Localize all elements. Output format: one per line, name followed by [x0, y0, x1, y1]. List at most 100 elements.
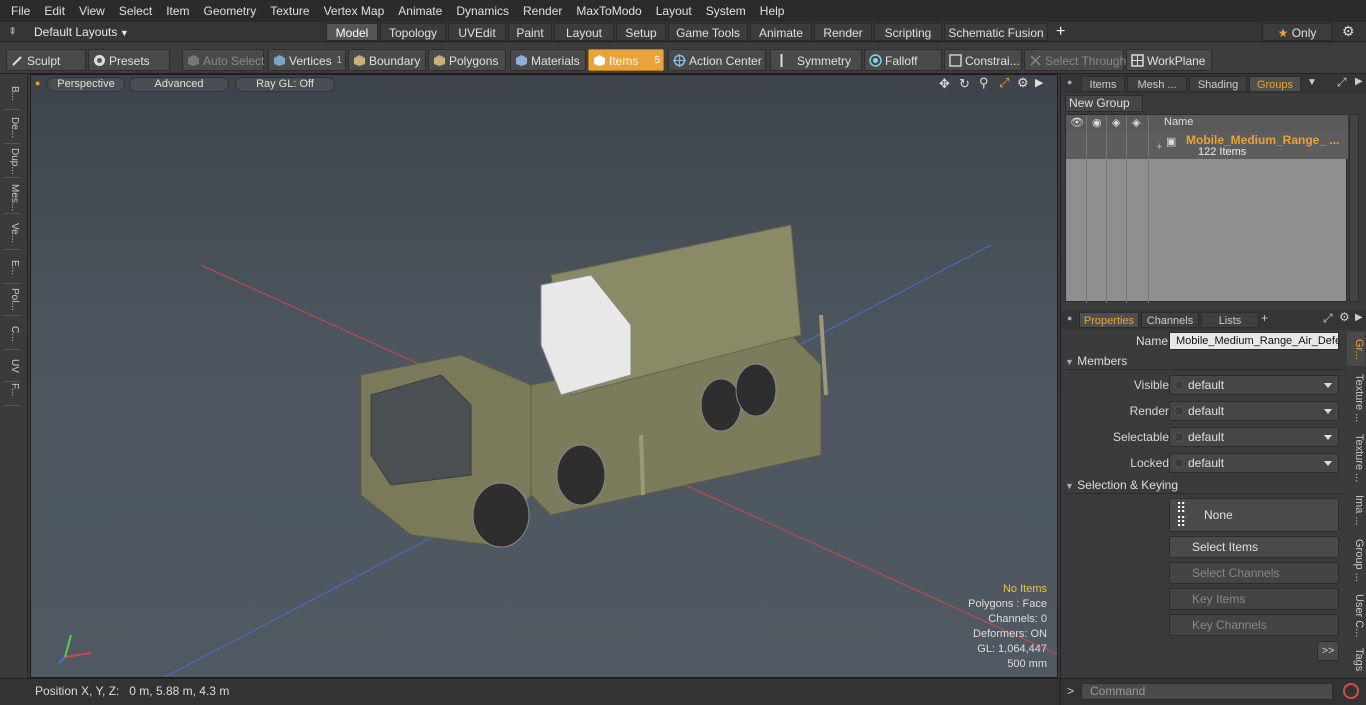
expand-icon[interactable]: +	[1156, 141, 1162, 153]
tab-channels[interactable]: Channels	[1141, 312, 1199, 328]
side-tab-tags[interactable]: Tags	[1347, 646, 1365, 674]
side-tab-group[interactable]: Gr...	[1347, 332, 1365, 366]
materials-button[interactable]: Materials	[510, 49, 586, 71]
key-items-button[interactable]: Key Items	[1169, 588, 1339, 610]
menu-edit[interactable]: Edit	[37, 0, 72, 22]
sculpt-button[interactable]: Sculpt	[6, 49, 86, 71]
workplane-button[interactable]: WorkPlane	[1126, 49, 1212, 71]
menu-system[interactable]: System	[699, 0, 753, 22]
tab-groups[interactable]: Groups	[1249, 76, 1301, 92]
tab-items[interactable]: Items	[1081, 76, 1125, 92]
select-through-button[interactable]: Select Through	[1024, 49, 1126, 71]
presets-button[interactable]: Presets	[88, 49, 170, 71]
locked-dropdown[interactable]: default	[1169, 453, 1339, 473]
record-icon[interactable]	[1343, 683, 1359, 699]
tab-game-tools[interactable]: Game Tools	[668, 23, 748, 41]
maximize-icon[interactable]: ⤢	[1337, 75, 1347, 90]
lock-icon[interactable]: ◈	[1112, 116, 1120, 129]
collapse-icon[interactable]: ⇞	[8, 25, 17, 38]
auto-select-button[interactable]: Auto Select	[182, 49, 264, 71]
tab-model[interactable]: Model	[326, 23, 378, 41]
properties-menu-icon[interactable]: ●	[1067, 313, 1072, 323]
side-tab-user-channels[interactable]: User C...	[1347, 590, 1365, 642]
add-tab-icon[interactable]: +	[1056, 22, 1065, 42]
new-group-button[interactable]: New Group	[1065, 95, 1143, 112]
left-tab-curve[interactable]: C...	[4, 318, 20, 350]
members-section[interactable]: ▼ Members	[1065, 354, 1347, 370]
render-dropdown[interactable]: default	[1169, 401, 1339, 421]
menu-view[interactable]: View	[72, 0, 112, 22]
menu-dynamics[interactable]: Dynamics	[449, 0, 516, 22]
gear-icon[interactable]: ⚙	[1342, 23, 1355, 40]
menu-animate[interactable]: Animate	[391, 0, 449, 22]
symmetry-button[interactable]: Symmetry	[770, 49, 862, 71]
more-button[interactable]: >>	[1317, 641, 1339, 661]
tab-setup[interactable]: Setup	[616, 23, 666, 41]
selection-keying-section[interactable]: ▼ Selection & Keying	[1065, 478, 1347, 494]
menu-select[interactable]: Select	[112, 0, 159, 22]
visible-dropdown[interactable]: default	[1169, 375, 1339, 395]
menu-texture[interactable]: Texture	[263, 0, 316, 22]
menu-maxtomodo[interactable]: MaxToModo	[569, 0, 648, 22]
panel-menu-icon[interactable]: ●	[1067, 77, 1072, 87]
tab-schematic-fusion[interactable]: Schematic Fusion	[944, 23, 1048, 41]
properties-maximize-icon[interactable]: ⤢	[1323, 311, 1333, 326]
polygons-button[interactable]: Polygons	[428, 49, 506, 71]
select-items-button[interactable]: Select Items	[1169, 536, 1339, 558]
tab-render[interactable]: Render	[814, 23, 872, 41]
panel-expand-icon[interactable]: ▶	[1355, 76, 1363, 87]
side-tab-group-2[interactable]: Group ...	[1347, 534, 1365, 586]
key-channels-button[interactable]: Key Channels	[1169, 614, 1339, 636]
left-tab-duplicate[interactable]: Dup...	[4, 146, 20, 178]
left-tab-fusion[interactable]: F...	[4, 374, 20, 406]
groups-scrollbar[interactable]	[1349, 114, 1359, 302]
tabs-dropdown-icon[interactable]: ▼	[1307, 77, 1317, 88]
properties-expand-icon[interactable]: ▶	[1355, 312, 1363, 323]
tab-properties[interactable]: Properties	[1079, 312, 1139, 328]
vertices-button[interactable]: Vertices 1	[268, 49, 346, 71]
eye-icon[interactable]: 👁	[1070, 116, 1084, 129]
tab-scripting[interactable]: Scripting	[874, 23, 942, 41]
layouts-dropdown[interactable]: Default Layouts ▼	[34, 24, 134, 40]
left-tab-vertex[interactable]: Ve...	[4, 218, 20, 250]
left-tab-deform[interactable]: De...	[4, 112, 20, 144]
action-center-button[interactable]: Action Center	[668, 49, 766, 71]
constraints-button[interactable]: Constrai...	[944, 49, 1022, 71]
group-row[interactable]: ▣ + Mobile_Medium_Range_ ... 122 Items	[1066, 131, 1348, 159]
tab-topology[interactable]: Topology	[380, 23, 446, 41]
side-tab-texture-2[interactable]: Texture ...	[1347, 430, 1365, 486]
command-input[interactable]: Command	[1081, 683, 1333, 700]
menu-help[interactable]: Help	[753, 0, 792, 22]
menu-file[interactable]: File	[4, 0, 37, 22]
tab-paint[interactable]: Paint	[508, 23, 552, 41]
tab-lists[interactable]: Lists	[1201, 312, 1259, 328]
select-channels-button[interactable]: Select Channels	[1169, 562, 1339, 584]
add-tab-button[interactable]: +	[1261, 311, 1268, 325]
menu-render[interactable]: Render	[516, 0, 569, 22]
select-icon[interactable]: ◈	[1132, 116, 1140, 129]
menu-vertex-map[interactable]: Vertex Map	[317, 0, 392, 22]
menu-item[interactable]: Item	[159, 0, 196, 22]
tab-shading[interactable]: Shading	[1189, 76, 1247, 92]
render-icon[interactable]: ◉	[1092, 116, 1102, 129]
boundary-button[interactable]: Boundary	[348, 49, 426, 71]
selection-set-none[interactable]: ⠿ ⠿ None	[1169, 498, 1339, 532]
falloff-button[interactable]: Falloff	[864, 49, 942, 71]
left-tab-polygon[interactable]: Pol...	[4, 284, 20, 316]
side-tab-image[interactable]: Ima ...	[1347, 490, 1365, 530]
tab-animate[interactable]: Animate	[750, 23, 812, 41]
selectable-dropdown[interactable]: default	[1169, 427, 1339, 447]
left-tab-basic[interactable]: B...	[4, 78, 20, 110]
menu-geometry[interactable]: Geometry	[197, 0, 264, 22]
tab-mesh[interactable]: Mesh ...	[1127, 76, 1187, 92]
3d-viewport[interactable]: ● Perspective Advanced Ray GL: Off ✥ ↻ ⚲…	[30, 74, 1058, 678]
menu-layout[interactable]: Layout	[649, 0, 699, 22]
name-input[interactable]: Mobile_Medium_Range_Air_Defe	[1169, 332, 1339, 350]
only-toggle[interactable]: ★ Only	[1262, 23, 1332, 41]
items-button[interactable]: Items 5	[588, 49, 664, 71]
tab-uvedit[interactable]: UVEdit	[448, 23, 506, 41]
left-tab-edge[interactable]: E...	[4, 252, 20, 284]
side-tab-texture-1[interactable]: Texture ...	[1347, 370, 1365, 426]
tab-layout[interactable]: Layout	[554, 23, 614, 41]
left-tab-mesh[interactable]: Mes...	[4, 182, 20, 214]
